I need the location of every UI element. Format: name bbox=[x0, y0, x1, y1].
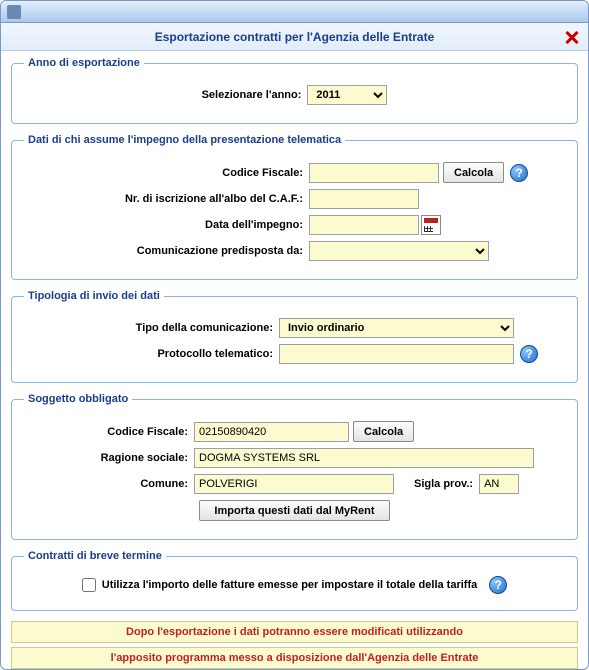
label-protocollo-telematico: Protocollo telematico: bbox=[24, 348, 279, 360]
calcola-button-impegno[interactable]: Calcola bbox=[443, 162, 504, 183]
label-data-impegno: Data dell'impegno: bbox=[24, 219, 309, 231]
dialog-header: Esportazione contratti per l'Agenzia del… bbox=[1, 23, 588, 51]
input-data-impegno[interactable] bbox=[309, 215, 419, 235]
help-icon[interactable]: ? bbox=[510, 164, 528, 182]
input-nr-iscrizione-caf[interactable] bbox=[309, 189, 419, 209]
label-comune: Comune: bbox=[24, 478, 194, 490]
calcola-button-soggetto[interactable]: Calcola bbox=[353, 421, 414, 442]
label-tipo-comunicazione: Tipo della comunicazione: bbox=[24, 322, 279, 334]
label-usa-importo-fatture: Utilizza l'importo delle fatture emesse … bbox=[102, 579, 478, 591]
label-codice-fiscale-impegno: Codice Fiscale: bbox=[24, 167, 309, 179]
legend-anno: Anno di esportazione bbox=[24, 57, 144, 69]
info-note-1: Dopo l'esportazione i dati potranno esse… bbox=[11, 621, 578, 643]
calendar-icon[interactable] bbox=[421, 215, 441, 235]
input-codice-fiscale-soggetto[interactable] bbox=[194, 422, 349, 442]
label-comunicazione-predisposta: Comunicazione predisposta da: bbox=[24, 245, 309, 257]
input-protocollo-telematico[interactable] bbox=[279, 344, 514, 364]
label-ragione-sociale: Ragione sociale: bbox=[24, 452, 194, 464]
fieldset-contratti-breve-termine: Contratti di breve termine Utilizza l'im… bbox=[11, 550, 578, 611]
fieldset-anno-esportazione: Anno di esportazione Selezionare l'anno:… bbox=[11, 57, 578, 124]
legend-impegno: Dati di chi assume l'impegno della prese… bbox=[24, 134, 345, 146]
label-selezionare-anno: Selezionare l'anno: bbox=[202, 89, 308, 101]
fieldset-soggetto-obbligato: Soggetto obbligato Codice Fiscale: Calco… bbox=[11, 393, 578, 540]
app-icon bbox=[7, 5, 21, 19]
info-note-2: l'apposito programma messo a disposizion… bbox=[11, 647, 578, 669]
input-codice-fiscale-impegno[interactable] bbox=[309, 163, 439, 183]
select-tipo-comunicazione[interactable]: Invio ordinario bbox=[279, 318, 514, 338]
importa-myrent-button[interactable]: Importa questi dati dal MyRent bbox=[199, 500, 389, 521]
dialog-content: Anno di esportazione Selezionare l'anno:… bbox=[1, 51, 588, 670]
help-icon[interactable]: ? bbox=[520, 345, 538, 363]
legend-soggetto: Soggetto obbligato bbox=[24, 393, 132, 405]
dialog-window: Esportazione contratti per l'Agenzia del… bbox=[0, 0, 589, 670]
input-sigla-prov[interactable] bbox=[479, 474, 519, 494]
input-comune[interactable] bbox=[194, 474, 394, 494]
fieldset-tipologia-invio: Tipologia di invio dei dati Tipo della c… bbox=[11, 290, 578, 383]
input-ragione-sociale[interactable] bbox=[194, 448, 534, 468]
titlebar[interactable] bbox=[1, 1, 588, 23]
dialog-title: Esportazione contratti per l'Agenzia del… bbox=[155, 30, 435, 44]
close-icon[interactable] bbox=[564, 29, 580, 45]
label-codice-fiscale-soggetto: Codice Fiscale: bbox=[24, 426, 194, 438]
help-icon[interactable]: ? bbox=[489, 576, 507, 594]
select-comunicazione-predisposta[interactable] bbox=[309, 241, 489, 261]
legend-tipologia: Tipologia di invio dei dati bbox=[24, 290, 164, 302]
fieldset-impegno-telematica: Dati di chi assume l'impegno della prese… bbox=[11, 134, 578, 280]
label-sigla-prov: Sigla prov.: bbox=[394, 478, 479, 490]
year-select[interactable]: 2011 bbox=[307, 85, 387, 105]
legend-contratti-breve: Contratti di breve termine bbox=[24, 550, 166, 562]
label-nr-iscrizione-caf: Nr. di iscrizione all'albo del C.A.F.: bbox=[24, 193, 309, 205]
checkbox-usa-importo-fatture[interactable] bbox=[82, 578, 96, 592]
